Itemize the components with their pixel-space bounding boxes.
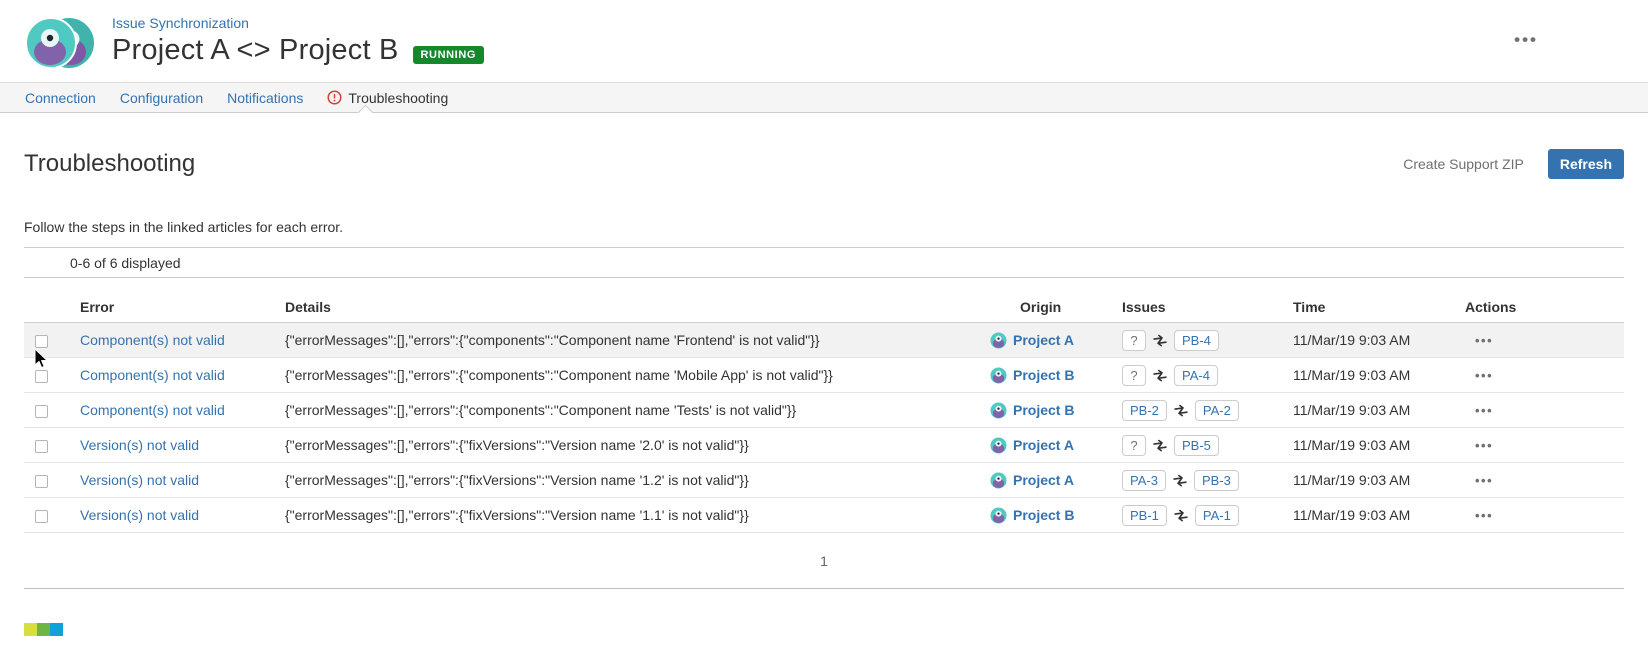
row-actions-button[interactable]: ••• bbox=[1475, 403, 1493, 418]
origin-project-link[interactable]: Project B bbox=[1013, 367, 1074, 383]
issue-badge-right[interactable]: PA-4 bbox=[1174, 365, 1218, 386]
project-logo-icon bbox=[990, 437, 1007, 454]
app-label[interactable]: Issue Synchronization bbox=[112, 14, 484, 32]
row-time: 11/Mar/19 9:03 AM bbox=[1285, 402, 1460, 418]
origin-project-link[interactable]: Project A bbox=[1013, 437, 1074, 453]
project-logo-icon bbox=[990, 472, 1007, 489]
row-time: 11/Mar/19 9:03 AM bbox=[1285, 507, 1460, 523]
vendor-logo-square-1 bbox=[24, 623, 37, 636]
row-checkbox[interactable] bbox=[35, 440, 48, 453]
issue-badge-left[interactable]: PB-1 bbox=[1122, 505, 1167, 526]
tab-troubleshooting[interactable]: Troubleshooting bbox=[327, 90, 448, 106]
origin-project-link[interactable]: Project A bbox=[1013, 472, 1074, 488]
row-checkbox[interactable] bbox=[35, 475, 48, 488]
app-logo-icon bbox=[24, 14, 96, 72]
row-actions-button[interactable]: ••• bbox=[1475, 508, 1493, 523]
project-logo-icon bbox=[990, 507, 1007, 524]
sync-arrows-icon bbox=[1174, 404, 1188, 417]
page-title: Troubleshooting bbox=[24, 150, 195, 178]
row-time: 11/Mar/19 9:03 AM bbox=[1285, 437, 1460, 453]
row-checkbox[interactable] bbox=[35, 335, 48, 348]
sync-arrows-icon bbox=[1173, 474, 1187, 487]
app-header: Issue Synchronization Project A <> Proje… bbox=[0, 0, 1648, 82]
issue-badge-left[interactable]: ? bbox=[1122, 365, 1146, 386]
issue-badge-left[interactable]: ? bbox=[1122, 435, 1146, 456]
column-header-actions: Actions bbox=[1460, 299, 1624, 315]
error-details: {"errorMessages":[],"errors":{"fixVersio… bbox=[285, 472, 985, 488]
table-row: Component(s) not valid {"errorMessages":… bbox=[24, 323, 1624, 358]
issue-badge-right[interactable]: PB-3 bbox=[1194, 470, 1239, 491]
error-details: {"errorMessages":[],"errors":{"component… bbox=[285, 332, 985, 348]
active-tab-notch bbox=[358, 105, 374, 121]
error-link[interactable]: Component(s) not valid bbox=[80, 367, 225, 383]
row-time: 11/Mar/19 9:03 AM bbox=[1285, 332, 1460, 348]
refresh-button[interactable]: Refresh bbox=[1548, 149, 1624, 179]
pagination-page-1[interactable]: 1 bbox=[814, 553, 834, 569]
column-header-details: Details bbox=[285, 299, 985, 315]
issue-badge-left[interactable]: PB-2 bbox=[1122, 400, 1167, 421]
issue-badge-right[interactable]: PB-5 bbox=[1174, 435, 1219, 456]
displayed-count: 0-6 of 6 displayed bbox=[70, 255, 181, 271]
table-row: Component(s) not valid {"errorMessages":… bbox=[24, 393, 1624, 428]
vendor-logo-icon bbox=[24, 623, 1624, 636]
issue-badge-left[interactable]: PA-3 bbox=[1122, 470, 1166, 491]
table-row: Component(s) not valid {"errorMessages":… bbox=[24, 358, 1624, 393]
vendor-logo-square-2 bbox=[37, 623, 50, 636]
column-header-time: Time bbox=[1285, 299, 1460, 315]
column-header-origin: Origin bbox=[985, 299, 1120, 315]
issue-badge-right[interactable]: PB-4 bbox=[1174, 330, 1219, 351]
origin-project-link[interactable]: Project B bbox=[1013, 507, 1074, 523]
overflow-menu-button[interactable]: ••• bbox=[1514, 30, 1538, 50]
table-row: Version(s) not valid {"errorMessages":[]… bbox=[24, 463, 1624, 498]
sync-arrows-icon bbox=[1153, 369, 1167, 382]
issue-badge-right[interactable]: PA-1 bbox=[1195, 505, 1239, 526]
errors-table: Error Details Origin Issues Time Actions… bbox=[24, 292, 1624, 533]
pagination: 1 bbox=[24, 533, 1624, 589]
origin-project-link[interactable]: Project A bbox=[1013, 332, 1074, 348]
row-actions-button[interactable]: ••• bbox=[1475, 333, 1493, 348]
page-description: Follow the steps in the linked articles … bbox=[24, 219, 1624, 235]
tab-notifications[interactable]: Notifications bbox=[227, 90, 303, 106]
row-time: 11/Mar/19 9:03 AM bbox=[1285, 367, 1460, 383]
error-link[interactable]: Component(s) not valid bbox=[80, 332, 225, 348]
row-checkbox[interactable] bbox=[35, 370, 48, 383]
tab-bar: Connection Configuration Notifications T… bbox=[0, 82, 1648, 113]
sync-arrows-icon bbox=[1174, 509, 1188, 522]
error-details: {"errorMessages":[],"errors":{"fixVersio… bbox=[285, 507, 985, 523]
row-checkbox[interactable] bbox=[35, 405, 48, 418]
vendor-logo-square-3 bbox=[50, 623, 63, 636]
error-link[interactable]: Version(s) not valid bbox=[80, 472, 199, 488]
error-link[interactable]: Version(s) not valid bbox=[80, 507, 199, 523]
sync-arrows-icon bbox=[1153, 334, 1167, 347]
create-support-zip-button[interactable]: Create Support ZIP bbox=[1403, 156, 1524, 172]
table-header: Error Details Origin Issues Time Actions bbox=[24, 292, 1624, 323]
error-details: {"errorMessages":[],"errors":{"component… bbox=[285, 402, 985, 418]
column-header-error: Error bbox=[80, 299, 285, 315]
row-time: 11/Mar/19 9:03 AM bbox=[1285, 472, 1460, 488]
tab-connection[interactable]: Connection bbox=[25, 90, 96, 106]
project-logo-icon bbox=[990, 332, 1007, 349]
error-link[interactable]: Component(s) not valid bbox=[80, 402, 225, 418]
row-checkbox[interactable] bbox=[35, 510, 48, 523]
table-body: Component(s) not valid {"errorMessages":… bbox=[24, 323, 1624, 533]
table-row: Version(s) not valid {"errorMessages":[]… bbox=[24, 498, 1624, 533]
issue-badge-left[interactable]: ? bbox=[1122, 330, 1146, 351]
project-logo-icon bbox=[990, 402, 1007, 419]
project-logo-icon bbox=[990, 367, 1007, 384]
status-badge: RUNNING bbox=[413, 46, 485, 64]
warning-icon bbox=[327, 90, 342, 105]
row-actions-button[interactable]: ••• bbox=[1475, 438, 1493, 453]
error-link[interactable]: Version(s) not valid bbox=[80, 437, 199, 453]
row-actions-button[interactable]: ••• bbox=[1475, 368, 1493, 383]
row-actions-button[interactable]: ••• bbox=[1475, 473, 1493, 488]
error-details: {"errorMessages":[],"errors":{"fixVersio… bbox=[285, 437, 985, 453]
error-details: {"errorMessages":[],"errors":{"component… bbox=[285, 367, 985, 383]
table-row: Version(s) not valid {"errorMessages":[]… bbox=[24, 428, 1624, 463]
tab-configuration[interactable]: Configuration bbox=[120, 90, 203, 106]
page-main-title: Project A <> Project B bbox=[112, 34, 399, 67]
column-header-issues: Issues bbox=[1120, 299, 1285, 315]
sync-arrows-icon bbox=[1153, 439, 1167, 452]
issue-badge-right[interactable]: PA-2 bbox=[1195, 400, 1239, 421]
origin-project-link[interactable]: Project B bbox=[1013, 402, 1074, 418]
